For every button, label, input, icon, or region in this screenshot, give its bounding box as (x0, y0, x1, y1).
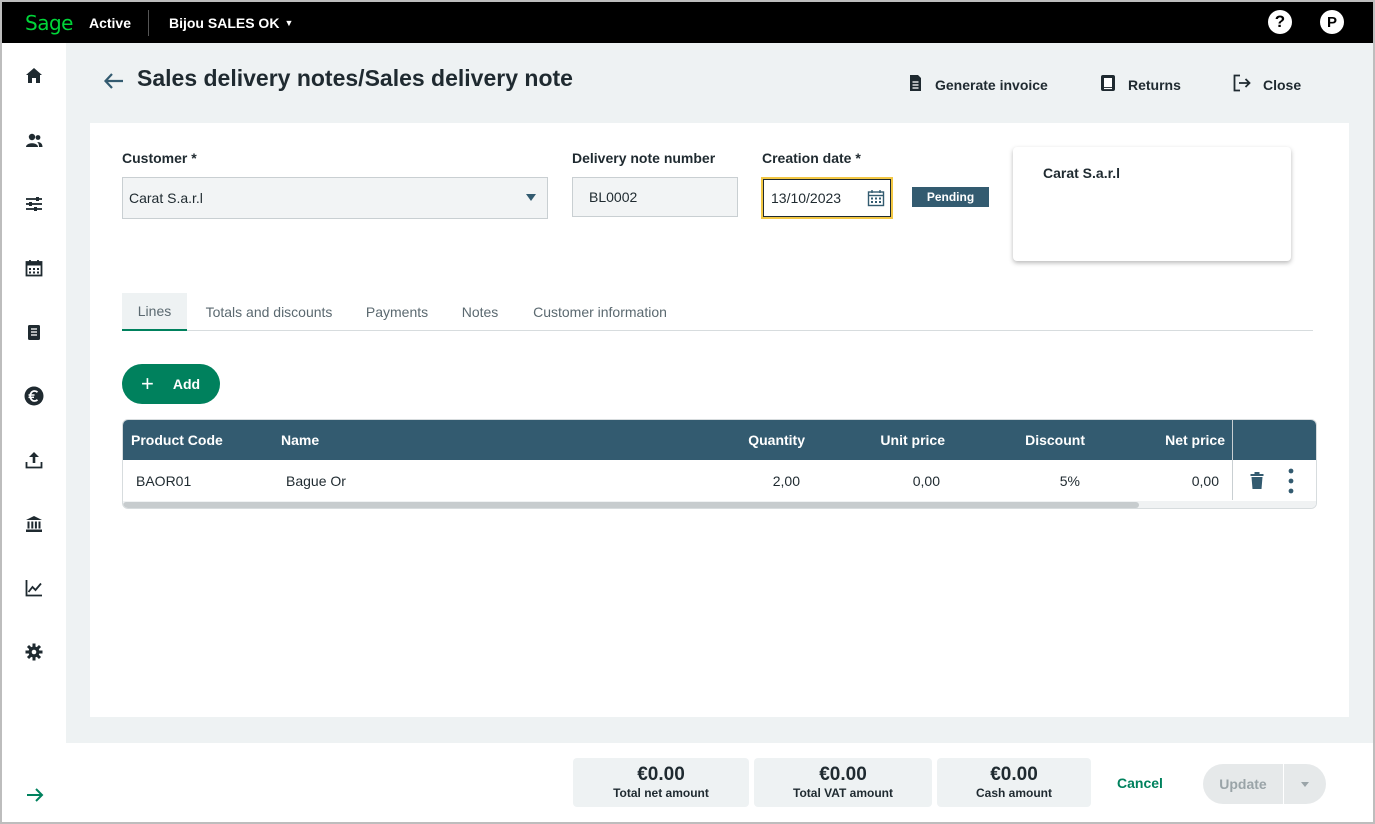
customer-value: Carat S.a.r.l (129, 190, 203, 206)
update-options-button[interactable] (1284, 764, 1326, 804)
caret-down-icon: ▼ (284, 17, 294, 28)
invoice-icon (907, 74, 923, 95)
calendar-icon[interactable] (22, 256, 46, 280)
delivery-note-value: BL0002 (589, 189, 638, 205)
column-header-discount[interactable]: Discount (963, 432, 1085, 448)
creation-date-label: Creation date * (762, 150, 861, 166)
tab-totals-and-discounts[interactable]: Totals and discounts (206, 293, 333, 331)
returns-label: Returns (1128, 76, 1181, 93)
chevron-down-icon (526, 194, 536, 201)
app-window: Sage Active Bijou SALES OK ▼ ? P Sales d… (0, 0, 1375, 824)
footer-bar: €0.00 Total net amount €0.00 Total VAT a… (66, 743, 1373, 822)
returns-icon (1100, 74, 1116, 95)
customer-card-name: Carat S.a.r.l (1043, 165, 1121, 181)
delivery-note-field: BL0002 (572, 177, 738, 217)
company-selector[interactable]: Bijou SALES OK ▼ (169, 15, 293, 31)
status-badge: Pending (912, 187, 989, 207)
tab-customer-information[interactable]: Customer information (528, 293, 672, 331)
total-net-amount-caption: Total net amount (613, 785, 709, 800)
total-vat-amount-caption: Total VAT amount (793, 785, 893, 800)
cash-amount-caption: Cash amount (975, 785, 1052, 800)
page-title: Sales delivery notes/Sales delivery note (137, 65, 573, 91)
cell-unit-price[interactable]: 0,00 (818, 473, 940, 489)
cell-net-price[interactable]: 0,00 (1097, 473, 1219, 489)
table-row[interactable]: BAOR01 Bague Or 2,00 0,00 5% 0,00 (123, 460, 1316, 501)
scrollbar-thumb[interactable] (123, 502, 1139, 508)
tab-notes[interactable]: Notes (456, 293, 504, 331)
column-header-product-code[interactable]: Product Code (131, 432, 223, 448)
total-net-amount-value: €0.00 (637, 764, 685, 786)
cell-discount[interactable]: 5% (958, 473, 1080, 489)
more-actions-icon[interactable] (1288, 468, 1294, 497)
update-button[interactable]: Update (1203, 764, 1283, 804)
plus-icon: + (141, 371, 154, 396)
customer-select[interactable]: Carat S.a.r.l (122, 177, 548, 219)
column-header-unit-price[interactable]: Unit price (823, 432, 945, 448)
column-header-name[interactable]: Name (281, 432, 319, 448)
cash-amount-value: €0.00 (990, 764, 1038, 786)
top-bar: Sage Active Bijou SALES OK ▼ ? P (2, 2, 1373, 43)
cash-amount: €0.00 Cash amount (937, 758, 1091, 807)
sage-logo[interactable]: Sage (25, 11, 73, 35)
add-line-button[interactable]: + Add (122, 364, 220, 404)
delivery-note-card: Customer * Carat S.a.r.l Delivery note n… (90, 123, 1349, 717)
creation-date-field[interactable]: 13/10/2023 (761, 177, 893, 219)
cell-name[interactable]: Bague Or (286, 473, 346, 489)
main-content: Sales delivery notes/Sales delivery note… (66, 43, 1373, 743)
cell-quantity[interactable]: 2,00 (678, 473, 800, 489)
total-vat-amount: €0.00 Total VAT amount (754, 758, 932, 807)
exit-icon (1233, 74, 1251, 95)
euro-icon[interactable] (22, 384, 46, 408)
upload-icon[interactable] (22, 448, 46, 472)
customer-card: Carat S.a.r.l (1013, 147, 1291, 261)
contacts-icon[interactable] (22, 128, 46, 152)
lines-table: Product Code Name Quantity Unit price Di… (122, 419, 1317, 509)
add-button-label: Add (172, 376, 201, 392)
table-header: Product Code Name Quantity Unit price Di… (123, 420, 1316, 460)
cell-product-code[interactable]: BAOR01 (136, 473, 191, 489)
arrow-right-icon[interactable] (24, 784, 46, 806)
sidebar (2, 43, 66, 822)
delivery-note-label: Delivery note number (572, 150, 716, 166)
profile-avatar[interactable]: P (1320, 10, 1344, 34)
total-net-amount: €0.00 Total net amount (573, 758, 749, 807)
close-label: Close (1263, 76, 1302, 93)
environment-label: Active (88, 14, 131, 31)
tab-bar: Lines Totals and discounts Payments Note… (122, 293, 1313, 331)
trash-icon[interactable] (1250, 472, 1264, 492)
calendar-icon[interactable] (867, 189, 885, 210)
cancel-button[interactable]: Cancel (1117, 775, 1163, 791)
sticky-column-divider (1232, 420, 1233, 500)
settings-sliders-icon[interactable] (22, 192, 46, 216)
topbar-divider (147, 9, 149, 36)
generate-invoice-label: Generate invoice (935, 76, 1048, 93)
creation-date-value: 13/10/2023 (771, 190, 842, 206)
chart-line-icon[interactable] (22, 576, 46, 600)
bank-icon[interactable] (22, 512, 46, 536)
close-button[interactable]: Close (1233, 74, 1301, 95)
tab-payments[interactable]: Payments (358, 293, 436, 331)
back-arrow-icon[interactable] (102, 69, 126, 93)
help-icon[interactable]: ? (1268, 10, 1292, 34)
gear-icon[interactable] (22, 640, 46, 664)
chevron-down-icon (1301, 781, 1309, 787)
tab-lines[interactable]: Lines (122, 293, 187, 331)
home-icon[interactable] (22, 64, 46, 88)
generate-invoice-button[interactable]: Generate invoice (907, 74, 1048, 95)
document-icon[interactable] (22, 320, 46, 344)
column-header-net-price[interactable]: Net price (1103, 432, 1225, 448)
customer-label: Customer * (122, 150, 197, 166)
total-vat-amount-value: €0.00 (819, 764, 867, 786)
returns-button[interactable]: Returns (1100, 74, 1181, 95)
column-header-quantity[interactable]: Quantity (683, 432, 805, 448)
company-name: Bijou SALES OK (168, 14, 280, 31)
